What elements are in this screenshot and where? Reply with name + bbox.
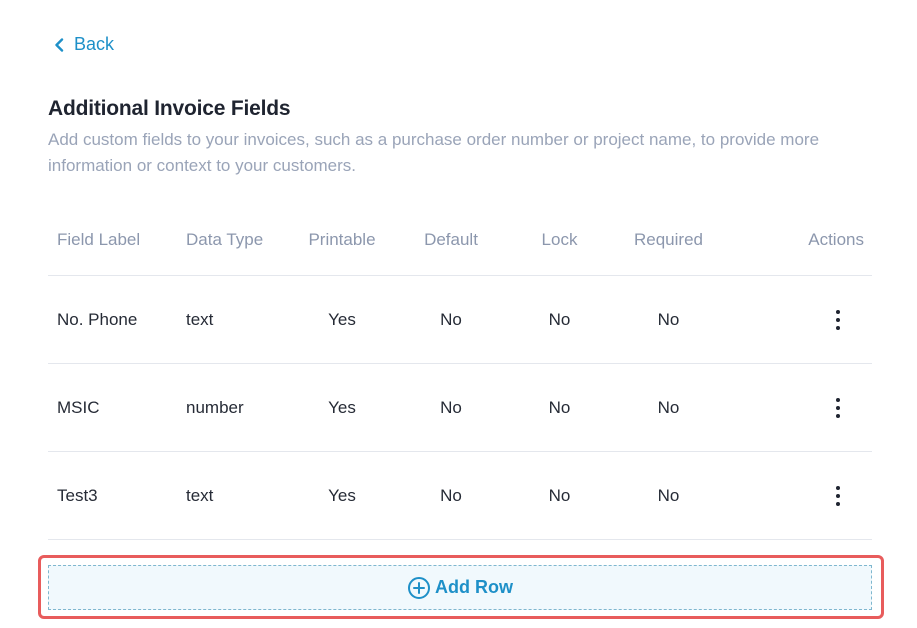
cell-field-label: No. Phone bbox=[57, 309, 138, 329]
cell-data-type: text bbox=[186, 485, 214, 505]
cell-data-type: number bbox=[186, 397, 244, 417]
cell-actions bbox=[724, 483, 872, 509]
header-field-label: Field Label bbox=[57, 230, 141, 249]
back-link[interactable]: Back bbox=[54, 34, 114, 55]
table-row: Test3 text Yes No No No bbox=[48, 452, 872, 540]
header-default: Default bbox=[424, 230, 478, 249]
table-row: No. Phone text Yes No No No bbox=[48, 276, 872, 364]
more-vertical-icon[interactable] bbox=[828, 483, 848, 509]
cell-required: No bbox=[657, 485, 680, 505]
more-vertical-icon[interactable] bbox=[828, 395, 848, 421]
header-required: Required bbox=[634, 230, 703, 249]
cell-default: No bbox=[440, 485, 462, 505]
cell-actions bbox=[724, 395, 872, 421]
plus-circle-icon bbox=[407, 576, 431, 600]
table-row: MSIC number Yes No No No bbox=[48, 364, 872, 452]
cell-required: No bbox=[657, 397, 680, 417]
cell-field-label: MSIC bbox=[57, 397, 100, 417]
header-actions: Actions bbox=[808, 230, 864, 249]
cell-lock: No bbox=[548, 397, 571, 417]
more-vertical-icon[interactable] bbox=[828, 307, 848, 333]
cell-actions bbox=[724, 307, 872, 333]
add-row-button[interactable]: Add Row bbox=[48, 565, 872, 610]
chevron-left-icon bbox=[54, 37, 64, 52]
header-data-type: Data Type bbox=[186, 230, 264, 249]
cell-printable: Yes bbox=[328, 485, 356, 505]
back-label: Back bbox=[74, 34, 115, 54]
cell-data-type: text bbox=[186, 309, 214, 329]
page-description: Add custom fields to your invoices, such… bbox=[48, 130, 820, 175]
cell-default: No bbox=[440, 397, 462, 417]
page-title: Additional Invoice Fields bbox=[48, 97, 291, 120]
cell-lock: No bbox=[548, 309, 571, 329]
cell-default: No bbox=[440, 309, 462, 329]
cell-field-label: Test3 bbox=[57, 485, 98, 505]
invoice-fields-table: Field Label Data Type Printable Default … bbox=[48, 205, 872, 540]
table-header: Field Label Data Type Printable Default … bbox=[48, 205, 872, 276]
add-row-label: Add Row bbox=[435, 577, 513, 597]
cell-lock: No bbox=[548, 485, 571, 505]
header-lock: Lock bbox=[541, 230, 578, 249]
cell-required: No bbox=[657, 309, 680, 329]
cell-printable: Yes bbox=[328, 397, 356, 417]
header-printable: Printable bbox=[308, 230, 376, 249]
cell-printable: Yes bbox=[328, 309, 356, 329]
